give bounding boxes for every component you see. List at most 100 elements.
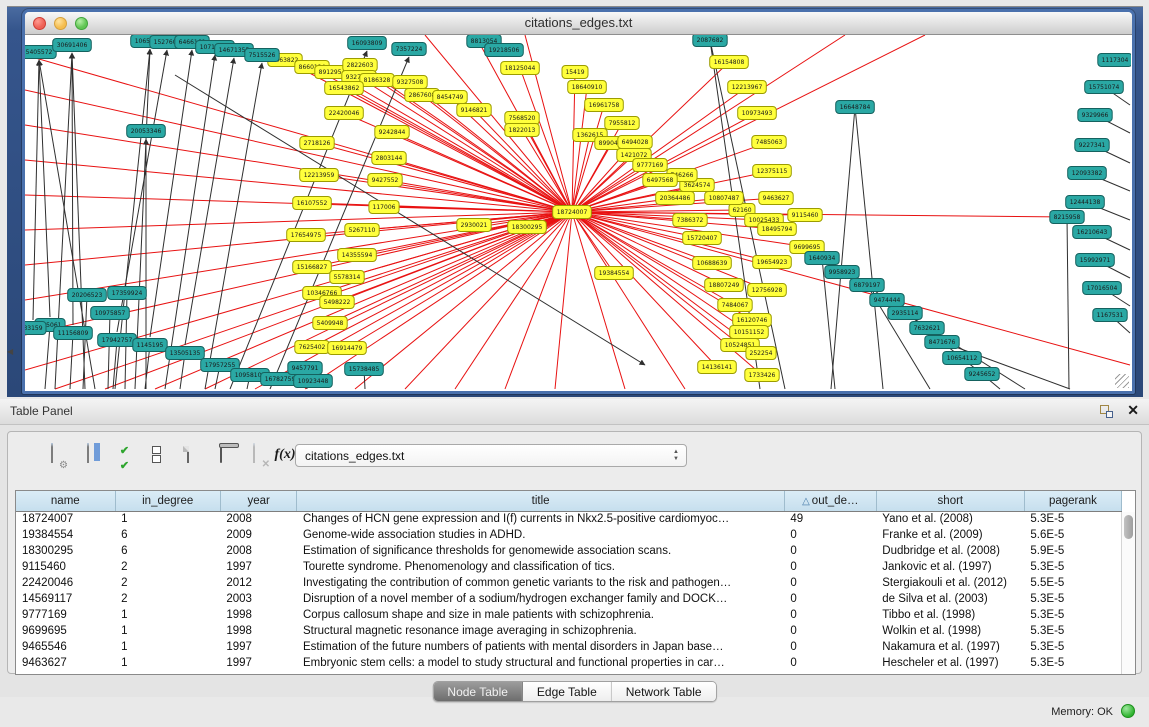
table-cell[interactable]: Estimation of significance thresholds fo… bbox=[297, 543, 784, 559]
graph-edge[interactable] bbox=[33, 60, 39, 320]
table-header-row[interactable]: namein_degreeyeartitle△out_de…shortpager… bbox=[16, 491, 1122, 511]
table-cell[interactable]: 1 bbox=[115, 607, 220, 623]
table-row[interactable]: 1872400712008Changes of HCN gene express… bbox=[16, 511, 1122, 527]
table-cell[interactable]: 5.6E-5 bbox=[1024, 527, 1121, 543]
table-cell[interactable]: 6 bbox=[115, 543, 220, 559]
delete-button[interactable] bbox=[209, 442, 233, 466]
column-header-pagerank[interactable]: pagerank bbox=[1024, 491, 1121, 511]
table-cell[interactable]: 5.5E-5 bbox=[1024, 575, 1121, 591]
graph-edge[interactable] bbox=[72, 53, 73, 325]
graph-edge[interactable] bbox=[831, 107, 855, 389]
graph-edge[interactable] bbox=[165, 55, 215, 389]
table-cell[interactable]: 5.3E-5 bbox=[1024, 559, 1121, 575]
table-cell[interactable]: 2009 bbox=[220, 527, 297, 543]
network-canvas-svg[interactable]: 7463822866012489129542822603932750681863… bbox=[25, 35, 1131, 390]
table-cell[interactable]: Yano et al. (2008) bbox=[876, 511, 1024, 527]
table-cell[interactable]: Estimation of the future numbers of pati… bbox=[297, 639, 784, 655]
collapse-panel-arrow-icon[interactable]: ◀ bbox=[7, 347, 13, 356]
close-panel-icon[interactable]: ✕ bbox=[1127, 402, 1139, 419]
table-cell[interactable]: 1 bbox=[115, 639, 220, 655]
table-cell[interactable]: Corpus callosum shape and size in male p… bbox=[297, 607, 784, 623]
graph-edge[interactable] bbox=[572, 135, 590, 212]
table-cell[interactable]: 18300295 bbox=[16, 543, 115, 559]
table-cell[interactable]: 14569117 bbox=[16, 591, 115, 607]
table-cell[interactable]: 2008 bbox=[220, 543, 297, 559]
window-titlebar[interactable]: citations_edges.txt bbox=[25, 12, 1132, 35]
table-cell[interactable]: 5.9E-5 bbox=[1024, 543, 1121, 559]
table-cell[interactable]: Embryonic stem cells: a model to study s… bbox=[297, 655, 784, 671]
table-selector-dropdown[interactable]: citations_edges.txt ▲▼ bbox=[295, 444, 687, 467]
table-cell[interactable]: 9777169 bbox=[16, 607, 115, 623]
table-cell[interactable]: Genome-wide association studies in ADHD. bbox=[297, 527, 784, 543]
table-cell[interactable]: Tourette syndrome. Phenomenology and cla… bbox=[297, 559, 784, 575]
graph-edge[interactable] bbox=[45, 325, 50, 389]
graph-edge[interactable] bbox=[425, 35, 572, 212]
table-cell[interactable]: de Silva et al. (2003) bbox=[876, 591, 1024, 607]
table-cell[interactable]: 0 bbox=[784, 559, 876, 575]
table-cell[interactable]: 0 bbox=[784, 655, 876, 671]
graph-edge[interactable] bbox=[555, 212, 572, 389]
table-row[interactable]: 911546021997Tourette syndrome. Phenomeno… bbox=[16, 559, 1122, 575]
graph-edge[interactable] bbox=[855, 107, 883, 389]
column-header-title[interactable]: title bbox=[297, 491, 784, 511]
table-row[interactable]: 946554611997Estimation of the future num… bbox=[16, 639, 1122, 655]
network-canvas[interactable]: 7463822866012489129542822603932750681863… bbox=[25, 35, 1131, 390]
table-cell[interactable]: 22420046 bbox=[16, 575, 115, 591]
table-cell[interactable]: Nakamura et al. (1997) bbox=[876, 639, 1024, 655]
table-cell[interactable]: Wolkin et al. (1998) bbox=[876, 623, 1024, 639]
table-cell[interactable]: 0 bbox=[784, 543, 876, 559]
table-cell[interactable]: 19384554 bbox=[16, 527, 115, 543]
graph-edge[interactable] bbox=[108, 313, 110, 389]
window-resize-grip[interactable] bbox=[1115, 374, 1129, 388]
table-cell[interactable]: 2 bbox=[115, 575, 220, 591]
table-cell[interactable]: Jankovic et al. (1997) bbox=[876, 559, 1024, 575]
table-cell[interactable]: Stergiakouli et al. (2012) bbox=[876, 575, 1024, 591]
graph-edge[interactable] bbox=[205, 212, 572, 389]
table-row[interactable]: 2242004622012Investigating the contribut… bbox=[16, 575, 1122, 591]
table-cell[interactable]: 1997 bbox=[220, 559, 297, 575]
column-header-short[interactable]: short bbox=[876, 491, 1024, 511]
select-rows-button[interactable]: ✔✔ bbox=[112, 442, 136, 466]
graph-edge[interactable] bbox=[422, 95, 572, 212]
column-settings-button[interactable]: ⚙ bbox=[40, 442, 64, 466]
table-row[interactable]: 1938455462009Genome-wide association stu… bbox=[16, 527, 1122, 543]
table-cell[interactable]: 9115460 bbox=[16, 559, 115, 575]
table-row[interactable]: 969969511998Structural magnetic resonanc… bbox=[16, 623, 1122, 639]
table-row[interactable]: 1456911722003Disruption of a novel membe… bbox=[16, 591, 1122, 607]
table-row[interactable]: 1830029562008Estimation of significance … bbox=[16, 543, 1122, 559]
graph-edge[interactable] bbox=[942, 342, 1070, 389]
table-row[interactable]: 977716911998Corpus callosum shape and si… bbox=[16, 607, 1122, 623]
table-cell[interactable]: Dudbridge et al. (2008) bbox=[876, 543, 1024, 559]
table-cell[interactable]: 9699695 bbox=[16, 623, 115, 639]
table-cell[interactable]: 0 bbox=[784, 575, 876, 591]
table-cell[interactable]: 5.3E-5 bbox=[1024, 607, 1121, 623]
table-cell[interactable]: 0 bbox=[784, 623, 876, 639]
table-row[interactable]: 946362711997Embryonic stem cells: a mode… bbox=[16, 655, 1122, 671]
table-cell[interactable]: 5.3E-5 bbox=[1024, 655, 1121, 671]
node-table[interactable]: namein_degreeyeartitle△out_de…shortpager… bbox=[15, 490, 1136, 675]
table-cell[interactable]: 49 bbox=[784, 511, 876, 527]
graph-edge[interactable] bbox=[39, 60, 50, 317]
table-cell[interactable]: 6 bbox=[115, 527, 220, 543]
table-cell[interactable]: 2 bbox=[115, 559, 220, 575]
table-cell[interactable]: Franke et al. (2009) bbox=[876, 527, 1024, 543]
table-cell[interactable]: 2003 bbox=[220, 591, 297, 607]
table-cell[interactable]: 5.3E-5 bbox=[1024, 623, 1121, 639]
column-header-name[interactable]: name bbox=[16, 491, 115, 511]
table-cell[interactable]: Changes of HCN gene expression and I(f) … bbox=[297, 511, 784, 527]
graph-edge[interactable] bbox=[25, 55, 572, 212]
new-file-button[interactable] bbox=[176, 442, 200, 466]
column-header-year[interactable]: year bbox=[220, 491, 297, 511]
table-cell[interactable]: 0 bbox=[784, 527, 876, 543]
graph-edge[interactable] bbox=[70, 333, 73, 389]
table-cell[interactable]: 1998 bbox=[220, 623, 297, 639]
float-window-icon[interactable] bbox=[1100, 405, 1113, 418]
table-cell[interactable]: 5.3E-5 bbox=[1024, 511, 1121, 527]
table-cell[interactable]: 2 bbox=[115, 591, 220, 607]
table-cell[interactable]: 5.3E-5 bbox=[1024, 639, 1121, 655]
graph-edge[interactable] bbox=[113, 340, 117, 389]
graph-edge[interactable] bbox=[392, 132, 572, 212]
table-cell[interactable]: Investigating the contribution of common… bbox=[297, 575, 784, 591]
table-cell[interactable]: 2012 bbox=[220, 575, 297, 591]
graph-edge[interactable] bbox=[1067, 217, 1069, 389]
